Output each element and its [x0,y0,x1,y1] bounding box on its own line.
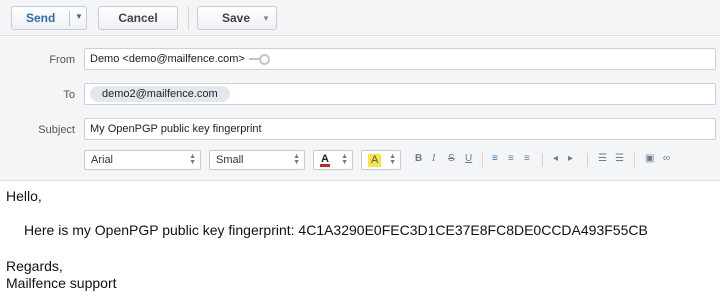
save-options-chevron-icon[interactable]: ▼ [262,14,270,23]
format-divider [634,153,635,167]
send-button[interactable]: Send ▼ [11,6,87,30]
format-divider [482,153,483,167]
subject-label: Subject [38,124,75,136]
compose-toolbar: Send ▼ Cancel Save ▼ [0,0,720,36]
highlight-icon: A [368,153,382,167]
format-divider [542,153,543,167]
underline-icon[interactable]: U [465,153,472,164]
font-size-select[interactable]: Small ▲ ▼ [209,150,305,170]
from-label: From [49,54,75,66]
formatting-toolbar: Arial ▲ ▼ Small ▲ ▼ A ▲ ▼ A ▲ ▼ B I S U ≡ ≡ … [84,150,716,172]
text-color-spinner-icon: ▲ ▼ [341,153,348,166]
font-family-spinner-icon: ▲ ▼ [189,153,196,166]
send-split-divider [69,11,70,26]
align-right-icon[interactable]: ≡ [524,153,530,164]
indent-icon[interactable]: ▸ [568,153,573,164]
italic-icon[interactable]: I [432,153,435,164]
key-icon[interactable] [248,54,270,65]
font-size-value: Small [216,154,244,166]
numbered-list-icon[interactable]: ☰ [615,153,624,164]
send-options-chevron-icon[interactable]: ▼ [75,12,83,21]
from-value: Demo <demo@mailfence.com> [90,53,245,65]
font-size-spinner-icon: ▲ ▼ [293,153,300,166]
bold-icon[interactable]: B [415,153,422,164]
subject-field[interactable]: My OpenPGP public key fingerprint [84,118,716,140]
bulleted-list-icon[interactable]: ☰ [598,153,607,164]
toolbar-divider [188,6,189,30]
greeting-text: Hello, [6,188,42,204]
to-field[interactable]: demo2@mailfence.com [84,83,716,105]
to-label: To [63,89,75,101]
from-field[interactable]: Demo <demo@mailfence.com> [84,48,716,70]
send-label: Send [26,11,56,25]
font-family-select[interactable]: Arial ▲ ▼ [84,150,201,170]
align-left-icon[interactable]: ≡ [492,153,498,164]
save-button[interactable]: Save ▼ [197,6,277,30]
body-line: Here is my OpenPGP public key fingerprin… [24,222,648,238]
recipient-chip[interactable]: demo2@mailfence.com [90,86,230,102]
font-family-value: Arial [91,154,114,166]
cancel-label: Cancel [118,11,158,25]
highlight-color-button[interactable]: A ▲ ▼ [361,150,401,170]
text-color-button[interactable]: A ▲ ▼ [313,150,353,170]
insert-link-icon[interactable]: ∞ [663,153,670,164]
align-center-icon[interactable]: ≡ [508,153,514,164]
signature-text: Mailfence support [6,275,117,291]
insert-image-icon[interactable]: ▣ [645,153,654,164]
text-color-icon: A [320,152,330,167]
subject-value: My OpenPGP public key fingerprint [90,123,262,135]
save-label: Save [222,11,251,25]
highlight-spinner-icon: ▲ ▼ [389,153,396,166]
closing-text: Regards, [6,258,63,274]
outdent-icon[interactable]: ◂ [553,153,558,164]
strikethrough-icon[interactable]: S [448,153,455,164]
cancel-button[interactable]: Cancel [98,6,178,30]
format-divider [587,153,588,167]
